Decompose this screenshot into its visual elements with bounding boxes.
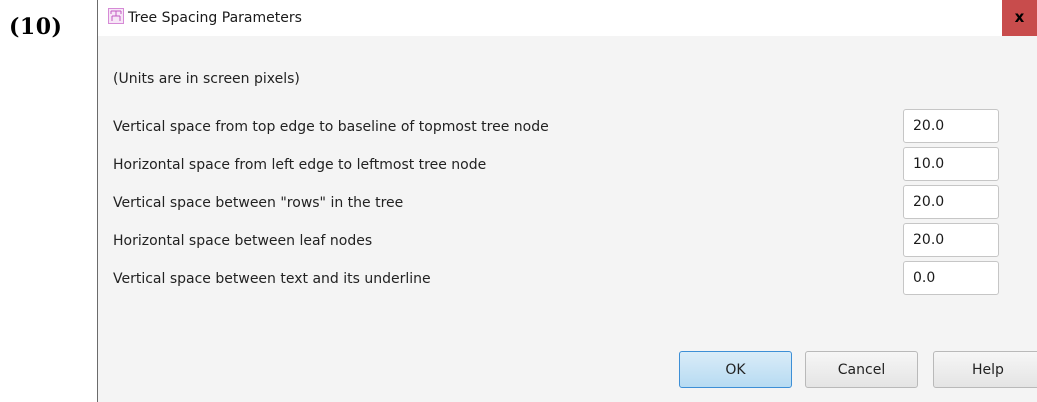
row-spacing-input[interactable]: [903, 185, 999, 219]
help-button[interactable]: Help: [933, 351, 1037, 388]
param-label: Horizontal space from left edge to leftm…: [113, 157, 487, 173]
leaf-spacing-input[interactable]: [903, 223, 999, 257]
window-title: Tree Spacing Parameters: [128, 10, 302, 26]
param-row-leaf-spacing: Horizontal space between leaf nodes: [98, 223, 1037, 257]
close-button[interactable]: x: [1002, 0, 1037, 36]
tree-spacing-dialog: Tree Spacing Parameters x (Units are in …: [97, 0, 1037, 402]
left-edge-spacing-input[interactable]: [903, 147, 999, 181]
param-row-underline-spacing: Vertical space between text and its unde…: [98, 261, 1037, 295]
title-bar[interactable]: Tree Spacing Parameters x: [98, 0, 1037, 36]
param-row-left-edge: Horizontal space from left edge to leftm…: [98, 147, 1037, 181]
param-label: Horizontal space between leaf nodes: [113, 233, 373, 249]
cancel-button[interactable]: Cancel: [805, 351, 918, 388]
top-edge-spacing-input[interactable]: [903, 109, 999, 143]
param-label: Vertical space between text and its unde…: [113, 271, 431, 287]
figure-label: (10): [9, 14, 63, 40]
underline-spacing-input[interactable]: [903, 261, 999, 295]
tree-icon: [108, 8, 124, 24]
param-label: Vertical space between "rows" in the tre…: [113, 195, 404, 211]
param-label: Vertical space from top edge to baseline…: [113, 119, 549, 135]
param-row-top-edge: Vertical space from top edge to baseline…: [98, 109, 1037, 143]
param-row-row-spacing: Vertical space between "rows" in the tre…: [98, 185, 1037, 219]
units-note: (Units are in screen pixels): [113, 71, 300, 87]
ok-button[interactable]: OK: [679, 351, 792, 388]
